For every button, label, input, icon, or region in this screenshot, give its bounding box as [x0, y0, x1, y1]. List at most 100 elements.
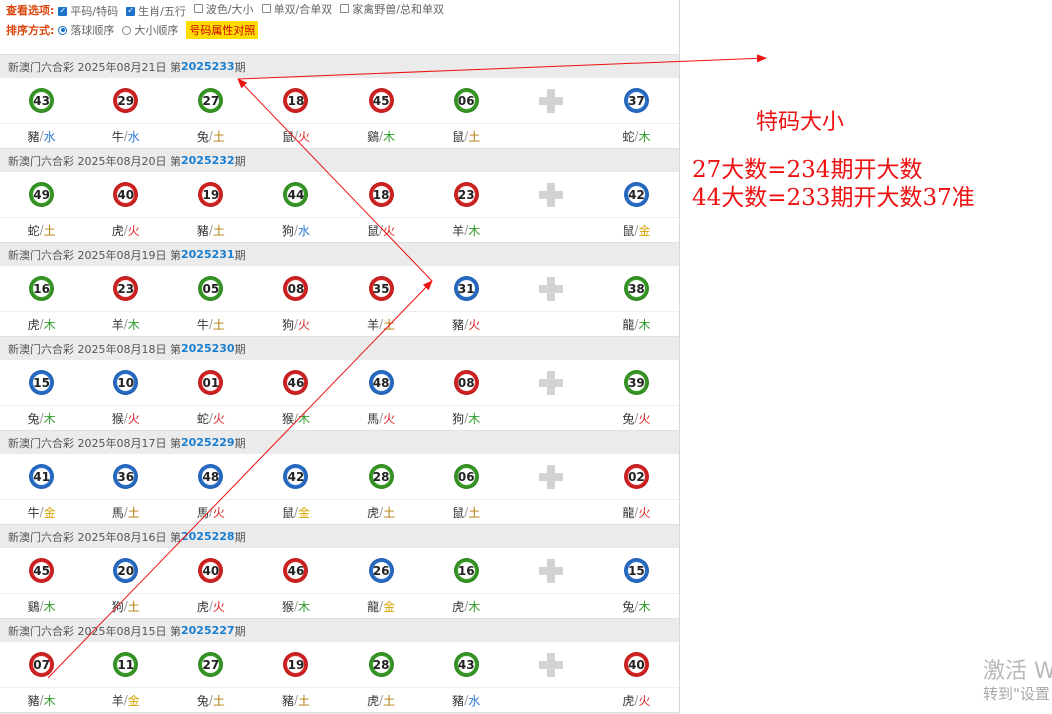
number-ball[interactable]: 27 [198, 652, 224, 677]
draw-issue-number[interactable]: 2025231 [181, 248, 235, 261]
number-ball[interactable]: 48 [368, 370, 394, 395]
draw-issue-suffix: 期 [234, 60, 246, 74]
number-ball[interactable]: 29 [113, 88, 139, 113]
number-ball[interactable]: 43 [29, 88, 55, 113]
zodiac-label: 虎 [111, 223, 124, 238]
view-option-label: 波色/大小 [205, 2, 254, 16]
view-option-4[interactable]: 家禽野兽/总和单双 [340, 1, 444, 17]
number-ball[interactable]: 46 [283, 370, 309, 395]
view-options-group: ✓ 平码/特码 ✓ 生肖/五行 波色/大小 单双/合单双 家禽野兽/总和单双 [58, 1, 452, 20]
zodiac-label: 羊 [367, 317, 380, 332]
special-ball[interactable]: 02 [623, 464, 649, 489]
sort-option-1[interactable]: 大小顺序 [122, 22, 178, 38]
number-ball[interactable]: 44 [283, 182, 309, 207]
view-option-label: 单双/合单双 [273, 2, 333, 16]
zodiac-label: 兔 [622, 411, 635, 426]
number-ball[interactable]: 35 [368, 276, 394, 301]
annotation-title: 特码大小 [756, 110, 845, 135]
sort-option-0[interactable]: 落球顺序 [58, 22, 114, 38]
number-ball[interactable]: 18 [368, 182, 394, 207]
view-option-label: 平码/特码 [70, 5, 119, 19]
number-ball[interactable]: 20 [113, 558, 139, 583]
checkbox-icon[interactable] [261, 4, 271, 14]
number-ball[interactable]: 10 [113, 370, 139, 395]
zodiac-label: 虎 [367, 693, 380, 708]
number-ball[interactable]: 45 [368, 88, 394, 113]
number-ball[interactable]: 05 [198, 276, 224, 301]
number-ball[interactable]: 28 [368, 464, 394, 489]
draw-issue-number[interactable]: 2025232 [181, 154, 235, 167]
checkbox-icon[interactable]: ✓ [58, 6, 68, 16]
number-ball[interactable]: 43 [453, 652, 479, 677]
attributes-row: 兔 / 木猴 / 火蛇 / 火猴 / 木馬 / 火狗 / 木 兔 / 火 [0, 405, 679, 430]
number-ball[interactable]: 45 [29, 558, 55, 583]
attributes-row: 牛 / 金馬 / 土馬 / 火鼠 / 金虎 / 土鼠 / 土 龍 / 火 [0, 499, 679, 524]
number-ball[interactable]: 28 [368, 652, 394, 677]
number-ball-cell: 42 [253, 464, 338, 489]
special-ball[interactable]: 42 [623, 182, 649, 207]
radio-icon[interactable] [58, 25, 68, 35]
number-ball[interactable]: 19 [283, 652, 309, 677]
number-ball-cell: 28 [339, 464, 424, 489]
number-ball[interactable]: 41 [29, 464, 55, 489]
checkbox-icon[interactable] [193, 4, 203, 14]
number-ball[interactable]: 31 [453, 276, 479, 301]
zodiac-label: 牛 [27, 505, 40, 520]
number-ball[interactable]: 08 [453, 370, 479, 395]
number-ball[interactable]: 42 [283, 464, 309, 489]
element-label: 金 [383, 599, 396, 614]
number-ball[interactable]: 49 [29, 182, 55, 207]
number-ball[interactable]: 23 [453, 182, 479, 207]
number-ball[interactable]: 46 [283, 558, 309, 583]
number-ball[interactable]: 18 [283, 88, 309, 113]
ball-attribute: 狗 / 木 [424, 410, 509, 427]
draw-issue-number[interactable]: 2025227 [181, 624, 235, 637]
draw-issue-number[interactable]: 2025228 [181, 530, 235, 543]
number-ball[interactable]: 23 [113, 276, 139, 301]
special-ball[interactable]: 37 [623, 88, 649, 113]
draw-issue-number[interactable]: 2025233 [181, 60, 235, 73]
number-ball[interactable]: 15 [29, 370, 55, 395]
number-ball[interactable]: 06 [453, 88, 479, 113]
number-ball[interactable]: 19 [198, 182, 224, 207]
radio-icon[interactable] [122, 25, 132, 35]
number-ball[interactable]: 07 [29, 652, 55, 677]
number-ball[interactable]: 01 [198, 370, 224, 395]
ball-attribute: 羊 / 土 [339, 316, 424, 333]
ball-attribute: 猴 / 木 [253, 410, 338, 427]
zodiac-label: 狗 [111, 599, 124, 614]
checkbox-icon[interactable]: ✓ [126, 6, 136, 16]
special-ball[interactable]: 38 [623, 276, 649, 301]
special-ball[interactable]: 40 [623, 652, 649, 677]
number-ball-cell: 19 [168, 182, 253, 207]
number-ball[interactable]: 40 [198, 558, 224, 583]
number-ball[interactable]: 11 [113, 652, 139, 677]
view-option-0[interactable]: ✓ 平码/特码 [58, 3, 118, 19]
element-label: 木 [43, 411, 56, 426]
draw-issue-number[interactable]: 2025229 [181, 436, 235, 449]
number-ball[interactable]: 16 [453, 558, 479, 583]
number-ball-cell: 08 [424, 370, 509, 395]
number-ball[interactable]: 06 [453, 464, 479, 489]
special-ball[interactable]: 39 [623, 370, 649, 395]
number-ball[interactable]: 26 [368, 558, 394, 583]
view-option-2[interactable]: 波色/大小 [193, 1, 254, 17]
element-label: 金 [298, 505, 311, 520]
draw-issue-number[interactable]: 2025230 [181, 342, 235, 355]
number-ball[interactable]: 48 [198, 464, 224, 489]
number-ball[interactable]: 36 [113, 464, 139, 489]
number-attribute-button[interactable]: 号码属性对照 [186, 21, 259, 39]
special-ball[interactable]: 15 [623, 558, 649, 583]
zodiac-label: 馬 [111, 505, 124, 520]
number-ball[interactable]: 40 [113, 182, 139, 207]
view-option-3[interactable]: 单双/合单双 [261, 1, 333, 17]
zodiac-label: 虎 [367, 505, 380, 520]
sort-options-group: 落球顺序 大小顺序 [58, 22, 186, 38]
number-ball-cell: 07 [0, 652, 83, 677]
number-ball[interactable]: 27 [198, 88, 224, 113]
number-ball[interactable]: 08 [283, 276, 309, 301]
checkbox-icon[interactable] [340, 4, 350, 14]
number-ball-cell: 28 [339, 652, 424, 677]
number-ball[interactable]: 16 [29, 276, 55, 301]
view-option-1[interactable]: ✓ 生肖/五行 [126, 3, 186, 19]
